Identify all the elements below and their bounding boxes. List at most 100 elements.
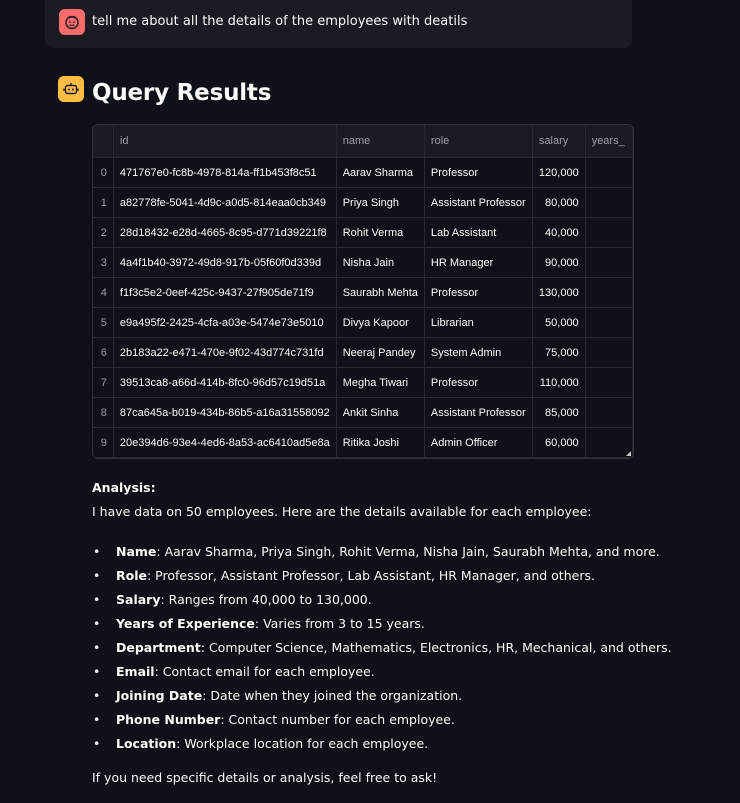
- name-cell[interactable]: Neeraj Pandey: [336, 337, 425, 368]
- column-header-id[interactable]: id: [113, 125, 337, 158]
- bullet-icon: •: [93, 712, 101, 727]
- analysis-item: • Joining Date: Date when they joined the…: [92, 688, 712, 712]
- salary-cell[interactable]: 110,000: [532, 367, 586, 398]
- name-cell[interactable]: Megha Tiwari: [336, 367, 425, 398]
- name-cell[interactable]: Ankit Sinha: [336, 397, 425, 428]
- id-cell[interactable]: e9a495f2-2425-4cfa-a03e-5474e73e5010: [113, 307, 337, 338]
- years-cell[interactable]: [585, 397, 633, 428]
- row-index-cell[interactable]: 3: [93, 247, 114, 278]
- table-row: 9 20e394d6-93e4-4ed6-8a53-ac6410ad5e8a Rit…: [93, 427, 633, 458]
- bullet-icon: •: [93, 736, 101, 751]
- role-cell[interactable]: Librarian: [424, 307, 533, 338]
- salary-cell[interactable]: 50,000: [532, 307, 586, 338]
- row-index-cell[interactable]: 1: [93, 187, 114, 218]
- salary-cell[interactable]: 40,000: [532, 217, 586, 248]
- empty-cell: [113, 457, 337, 458]
- column-header-years[interactable]: years_: [585, 125, 633, 158]
- resize-handle[interactable]: [626, 451, 631, 456]
- analysis-item-label: Location: [116, 736, 177, 751]
- id-cell[interactable]: 20e394d6-93e4-4ed6-8a53-ac6410ad5e8a: [113, 427, 337, 458]
- column-header-index[interactable]: [93, 125, 114, 158]
- analysis-item-text: : Date when they joined the organization…: [202, 688, 463, 703]
- table-header-row: id name role salary years_: [93, 125, 633, 158]
- table-row: 6 2b183a22-e471-470e-9f02-43d774c731fd Nee…: [93, 337, 633, 368]
- analysis-item-label: Years of Experience: [116, 616, 255, 631]
- analysis-list: • Name: Aarav Sharma, Priya Singh, Rohit …: [92, 544, 712, 760]
- empty-cell: [93, 457, 114, 458]
- analysis-item: • Email: Contact email for each employee.: [92, 664, 712, 688]
- salary-cell[interactable]: 130,000: [532, 277, 586, 308]
- column-header-role[interactable]: role: [424, 125, 533, 158]
- table-row-partial: [93, 457, 633, 458]
- role-cell[interactable]: Admin Officer: [424, 427, 533, 458]
- robot-icon: [58, 76, 84, 102]
- name-cell[interactable]: Aarav Sharma: [336, 157, 425, 188]
- id-cell[interactable]: 39513ca8-a66d-414b-8fc0-96d57c19d51a: [113, 367, 337, 398]
- id-cell[interactable]: 2b183a22-e471-470e-9f02-43d774c731fd: [113, 337, 337, 368]
- name-cell[interactable]: Priya Singh: [336, 187, 425, 218]
- salary-cell[interactable]: 60,000: [532, 427, 586, 458]
- bullet-icon: •: [93, 640, 101, 655]
- years-cell[interactable]: [585, 157, 633, 188]
- column-header-name[interactable]: name: [336, 125, 425, 158]
- years-cell[interactable]: [585, 217, 633, 248]
- user-message: tell me about all the details of the emp…: [45, 0, 632, 48]
- salary-cell[interactable]: 120,000: [532, 157, 586, 188]
- years-cell[interactable]: [585, 307, 633, 338]
- row-index-cell[interactable]: 4: [93, 277, 114, 308]
- analysis-item: • Department: Computer Science, Mathemati…: [92, 640, 712, 664]
- row-index-cell[interactable]: 8: [93, 397, 114, 428]
- salary-cell[interactable]: 85,000: [532, 397, 586, 428]
- column-header-salary[interactable]: salary: [532, 125, 586, 158]
- role-cell[interactable]: Assistant Professor: [424, 397, 533, 428]
- row-index-cell[interactable]: 9: [93, 427, 114, 458]
- analysis-closing: If you need specific details or analysis…: [92, 770, 438, 785]
- years-cell[interactable]: [585, 187, 633, 218]
- name-cell[interactable]: Rohit Verma: [336, 217, 425, 248]
- role-cell[interactable]: Professor: [424, 157, 533, 188]
- results-dataframe[interactable]: id name role salary years_ 0 471767e0-fc8…: [92, 124, 634, 459]
- bullet-icon: •: [93, 616, 101, 631]
- role-cell[interactable]: Professor: [424, 277, 533, 308]
- role-cell[interactable]: Lab Assistant: [424, 217, 533, 248]
- role-cell[interactable]: Assistant Professor: [424, 187, 533, 218]
- row-index-cell[interactable]: 0: [93, 157, 114, 188]
- user-message-text: tell me about all the details of the emp…: [92, 14, 468, 29]
- id-cell[interactable]: f1f3c5e2-0eef-425c-9437-27f905de71f9: [113, 277, 337, 308]
- id-cell[interactable]: 28d18432-e28d-4665-8c95-d771d39221f8: [113, 217, 337, 248]
- salary-cell[interactable]: 90,000: [532, 247, 586, 278]
- analysis-title: Analysis:: [92, 480, 156, 495]
- bullet-icon: •: [93, 688, 101, 703]
- role-cell[interactable]: System Admin: [424, 337, 533, 368]
- id-cell[interactable]: 87ca645a-b019-434b-86b5-a16a31558092: [113, 397, 337, 428]
- role-cell[interactable]: HR Manager: [424, 247, 533, 278]
- name-cell[interactable]: Saurabh Mehta: [336, 277, 425, 308]
- id-cell[interactable]: 471767e0-fc8b-4978-814a-ff1b453f8c51: [113, 157, 337, 188]
- years-cell[interactable]: [585, 367, 633, 398]
- row-index-cell[interactable]: 5: [93, 307, 114, 338]
- analysis-section: Analysis: I have data on 50 employees. H…: [92, 480, 712, 786]
- salary-cell[interactable]: 75,000: [532, 337, 586, 368]
- name-cell[interactable]: Nisha Jain: [336, 247, 425, 278]
- analysis-item-label: Phone Number: [116, 712, 221, 727]
- name-cell[interactable]: Divya Kapoor: [336, 307, 425, 338]
- table-row: 7 39513ca8-a66d-414b-8fc0-96d57c19d51a Meg…: [93, 367, 633, 398]
- row-index-cell[interactable]: 2: [93, 217, 114, 248]
- years-cell[interactable]: [585, 337, 633, 368]
- row-index-cell[interactable]: 7: [93, 367, 114, 398]
- bullet-icon: •: [93, 592, 101, 607]
- row-index-cell[interactable]: 6: [93, 337, 114, 368]
- analysis-item-label: Joining Date: [116, 688, 203, 703]
- id-cell[interactable]: a82778fe-5041-4d9c-a0d5-814eaa0cb349: [113, 187, 337, 218]
- empty-cell: [336, 457, 425, 458]
- results-table: id name role salary years_ 0 471767e0-fc8…: [93, 125, 633, 458]
- analysis-item: • Role: Professor, Assistant Professor, L…: [92, 568, 712, 592]
- name-cell[interactable]: Ritika Joshi: [336, 427, 425, 458]
- salary-cell[interactable]: 80,000: [532, 187, 586, 218]
- years-cell[interactable]: [585, 247, 633, 278]
- role-cell[interactable]: Professor: [424, 367, 533, 398]
- years-cell[interactable]: [585, 277, 633, 308]
- id-cell[interactable]: 4a4f1b40-3972-49d8-917b-05f60f0d339d: [113, 247, 337, 278]
- analysis-item-text: : Aarav Sharma, Priya Singh, Rohit Verma…: [156, 544, 660, 559]
- analysis-item: • Salary: Ranges from 40,000 to 130,000.: [92, 592, 712, 616]
